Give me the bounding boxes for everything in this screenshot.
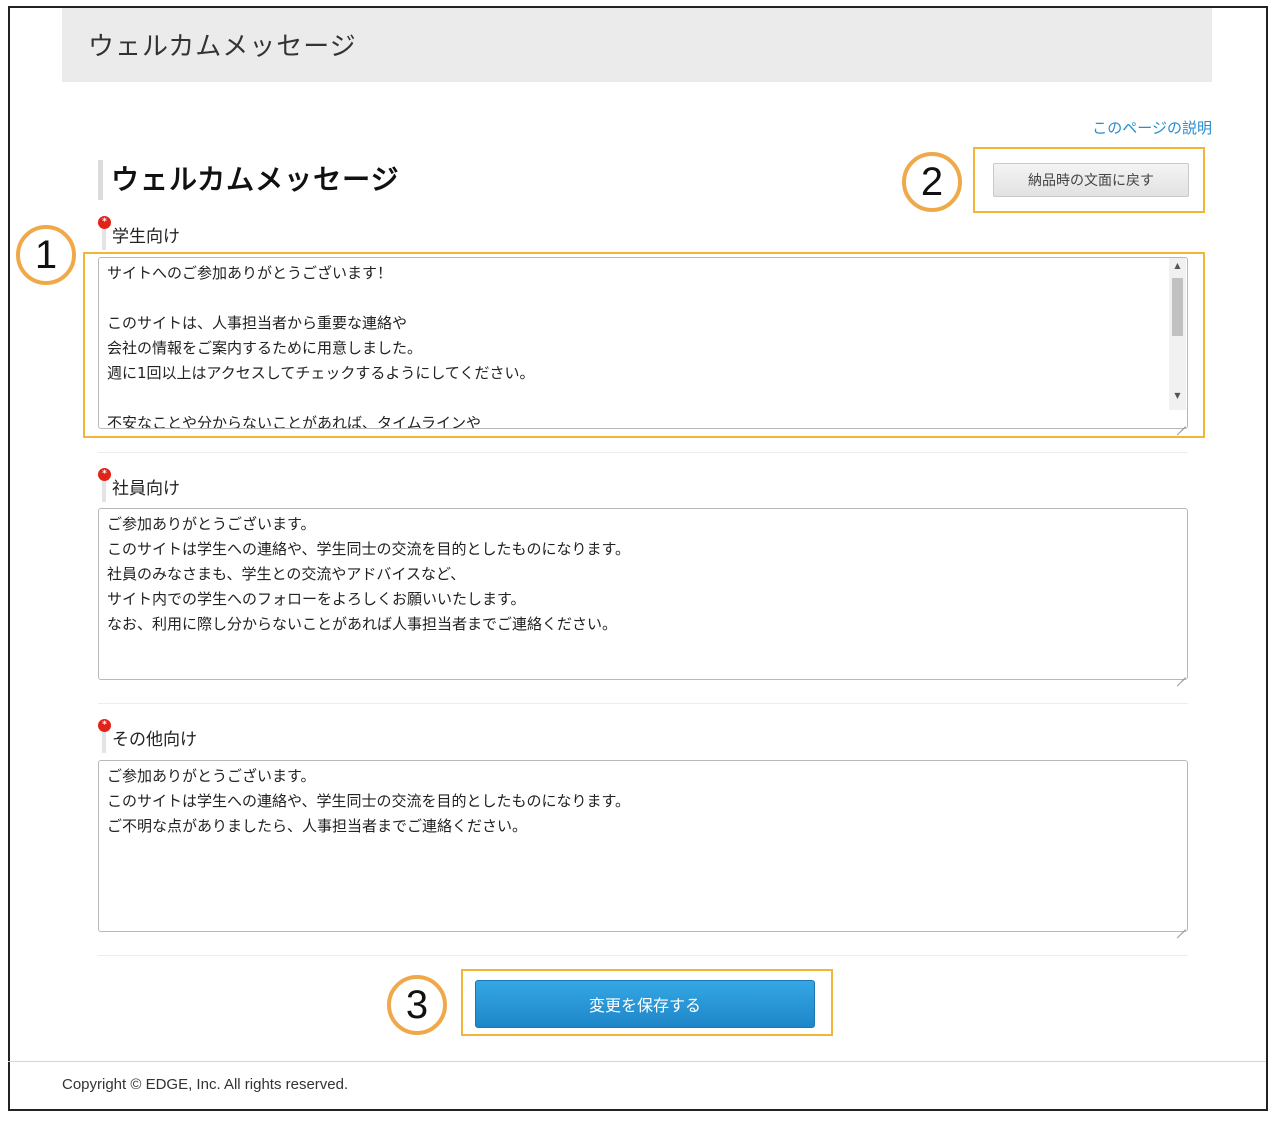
field-label-student-text: 学生向け	[112, 227, 180, 247]
page-header: ウェルカムメッセージ	[62, 8, 1212, 82]
required-icon: *	[98, 468, 111, 481]
employee-message-textarea[interactable]: ご参加ありがとうございます。 このサイトは学生への連絡や、学生同士の交流を目的と…	[98, 508, 1188, 680]
field-label-other: * その他向け	[98, 719, 197, 753]
page-help-link[interactable]: このページの説明	[1092, 117, 1212, 138]
scroll-thumb[interactable]	[1172, 278, 1183, 336]
resize-handle-icon[interactable]	[1176, 920, 1186, 930]
required-icon: *	[98, 719, 111, 732]
scroll-up-arrow-icon[interactable]: ▲	[1169, 258, 1186, 274]
field-label-other-text: その他向け	[112, 730, 197, 750]
student-message-textarea[interactable]: サイトへのご参加ありがとうございます！ このサイトは、人事担当者から重要な連絡や…	[98, 257, 1188, 429]
save-changes-button[interactable]: 変更を保存する	[475, 980, 815, 1028]
footer-copyright: Copyright © EDGE, Inc. All rights reserv…	[62, 1076, 349, 1093]
callout-badge-2: 2	[902, 152, 962, 212]
scroll-down-arrow-icon[interactable]: ▼	[1169, 388, 1186, 404]
resize-handle-icon[interactable]	[1176, 668, 1186, 678]
callout-badge-3: 3	[387, 975, 447, 1035]
page-title: ウェルカムメッセージ	[98, 160, 400, 200]
callout-badge-1: 1	[16, 225, 76, 285]
other-message-textarea[interactable]: ご参加ありがとうございます。 このサイトは学生への連絡や、学生同士の交流を目的と…	[98, 760, 1188, 932]
section-divider	[98, 452, 1188, 453]
required-icon: *	[98, 216, 111, 229]
section-divider	[98, 703, 1188, 704]
resize-handle-icon[interactable]	[1176, 417, 1186, 427]
reset-to-default-button[interactable]: 納品時の文面に戻す	[993, 163, 1189, 197]
field-label-employee: * 社員向け	[98, 468, 180, 502]
reset-highlight-box: 納品時の文面に戻す	[973, 147, 1205, 213]
field-label-student: * 学生向け	[98, 216, 180, 250]
student-textarea-scrollbar[interactable]: ▲ ▼	[1169, 258, 1186, 410]
save-highlight-box: 変更を保存する	[461, 969, 833, 1036]
section-divider	[98, 955, 1188, 956]
header-title: ウェルカムメッセージ	[88, 32, 357, 62]
field-label-employee-text: 社員向け	[112, 479, 180, 499]
footer-divider	[8, 1061, 1266, 1062]
